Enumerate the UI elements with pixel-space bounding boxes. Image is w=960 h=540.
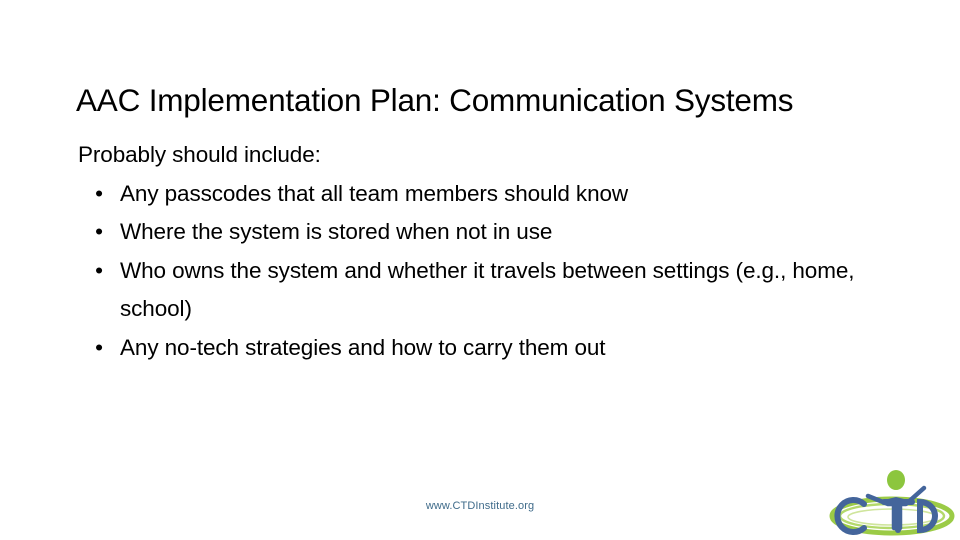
bullet-marker-icon: • bbox=[95, 219, 103, 244]
bullet-marker-icon: • bbox=[95, 334, 103, 360]
list-item-label: Where the system is stored when not in u… bbox=[120, 219, 553, 244]
list-item-label: Any no-tech strategies and how to carry … bbox=[120, 334, 606, 360]
footer-website-url: www.CTDInstitute.org bbox=[425, 500, 535, 512]
list-item: • Where the system is stored when not in… bbox=[78, 213, 878, 252]
intro-text: Probably should include: bbox=[78, 142, 321, 167]
page-title: AAC Implementation Plan: Communication S… bbox=[76, 82, 794, 119]
list-item-label: Any passcodes that all team members shou… bbox=[120, 180, 629, 206]
slide-body: Probably should include: • Any passcodes… bbox=[78, 136, 878, 367]
bullet-marker-icon: • bbox=[95, 257, 103, 283]
list-item: • Who owns the system and whether it tra… bbox=[78, 252, 878, 329]
list-item-label: Who owns the system and whether it trave… bbox=[120, 257, 855, 322]
bullet-list: • Any passcodes that all team members sh… bbox=[78, 175, 878, 368]
slide-canvas: AAC Implementation Plan: Communication S… bbox=[0, 0, 960, 540]
bullet-marker-icon: • bbox=[95, 180, 103, 206]
list-item: • Any no-tech strategies and how to carr… bbox=[78, 329, 878, 368]
ctd-institute-logo bbox=[828, 466, 956, 538]
list-item: • Any passcodes that all team members sh… bbox=[78, 175, 878, 214]
